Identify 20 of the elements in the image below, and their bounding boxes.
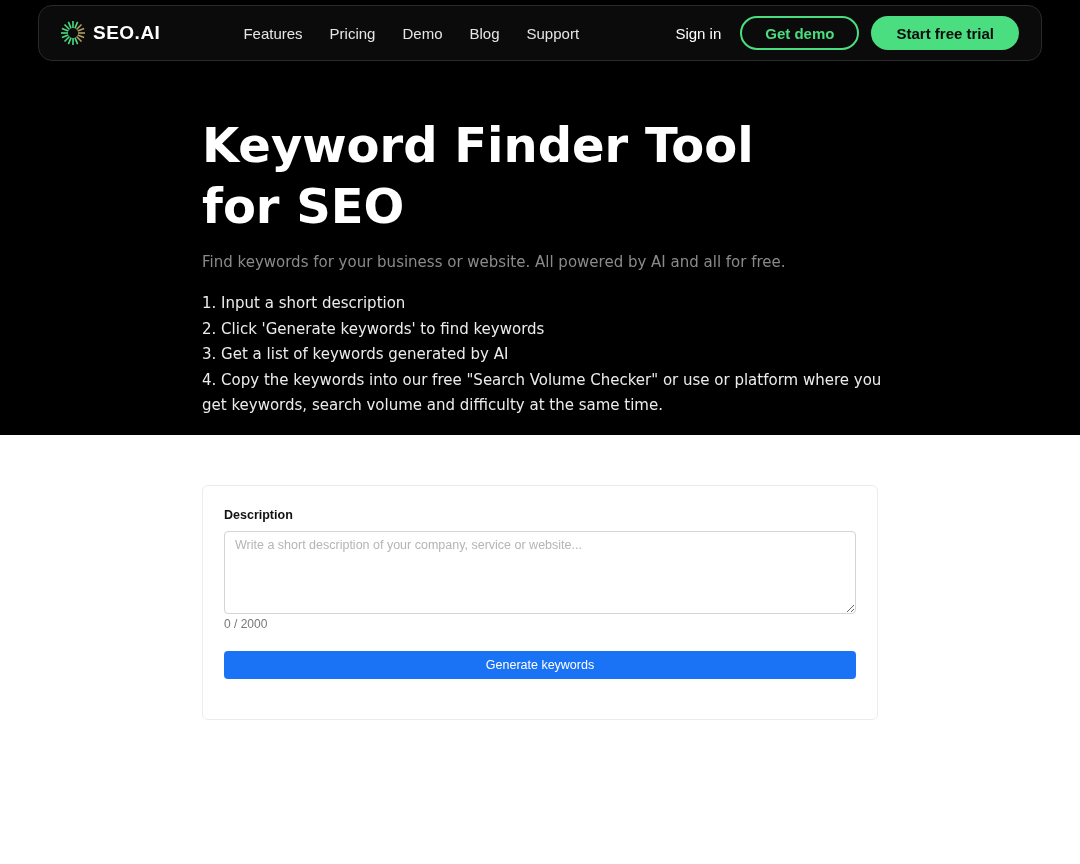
- description-field[interactable]: Write a short description of your company, service or website...: [224, 530, 856, 614]
- subtitle: Find keywords for your business or website. All powered by AI and all for free.: [202, 253, 787, 271]
- nav-link[interactable]: Blog: [469, 24, 500, 42]
- sunburst-icon: [59, 19, 87, 47]
- sign-in-link[interactable]: Sign in: [675, 24, 722, 42]
- character-counter: 0 / 2000: [224, 616, 269, 631]
- field-label: Description: [224, 507, 294, 522]
- step-text: 2. Click 'Generate keywords' to find keywords: [202, 318, 546, 340]
- step-text: 4. Copy the keywords into our free "Search Volume Checker" or use or platform where you get keywords, search volume and difficulty at the same time.: [202, 369, 882, 416]
- generate-button[interactable]: Generate keywords: [224, 650, 856, 679]
- start-trial-button[interactable]: Start free trial: [871, 16, 1019, 50]
- page-title: Keyword Finder Tool for SEO: [202, 116, 755, 236]
- nav-link[interactable]: Support: [526, 24, 580, 42]
- logo[interactable]: SEO.AI: [93, 22, 161, 44]
- demo-button[interactable]: Get demo: [740, 16, 860, 50]
- step-text: 3. Get a list of keywords generated by AI: [202, 344, 510, 365]
- step-text: 1. Input a short description: [202, 293, 407, 314]
- nav-link[interactable]: Demo: [402, 24, 443, 42]
- nav-link[interactable]: Features: [243, 24, 303, 42]
- nav-link[interactable]: Pricing: [329, 24, 376, 42]
